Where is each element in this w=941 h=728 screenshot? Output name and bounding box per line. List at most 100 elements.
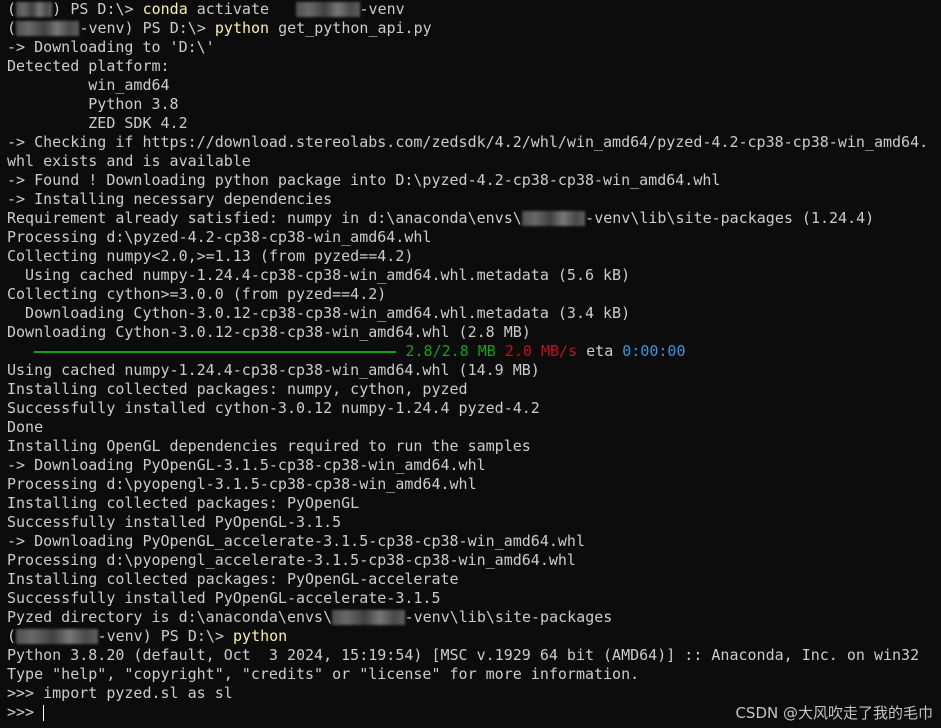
redacted-text bbox=[296, 2, 360, 17]
line-text: Successfully installed PyOpenGL-accelera… bbox=[7, 589, 441, 607]
terminal-line: Processing d:\pyopengl_accelerate-3.1.5-… bbox=[7, 551, 937, 570]
line-text: python bbox=[214, 19, 270, 37]
line-text: python bbox=[233, 627, 288, 645]
text-cursor bbox=[43, 705, 45, 721]
line-text: Installing collected packages: PyOpenGL-… bbox=[7, 570, 459, 588]
terminal-line: Downloading Cython-3.0.12-cp38-cp38-win_… bbox=[7, 304, 937, 323]
terminal-line: Successfully installed cython-3.0.12 num… bbox=[7, 399, 937, 418]
terminal-line: -> Downloading PyOpenGL_accelerate-3.1.5… bbox=[7, 532, 937, 551]
line-text: >>> import pyzed.sl as sl bbox=[7, 684, 233, 702]
line-text: Pyzed directory is d:\anaconda\envs\ bbox=[7, 608, 333, 626]
line-text: 2.8/2.8 MB bbox=[405, 342, 496, 360]
line-text: Using cached numpy-1.24.4-cp38-cp38-win_… bbox=[7, 266, 631, 284]
watermark: CSDN @大风吹走了我的毛巾 bbox=[735, 704, 933, 722]
terminal-line: Using cached numpy-1.24.4-cp38-cp38-win_… bbox=[7, 361, 937, 380]
terminal-line: ( -venv) PS D:\> python get_python_api.py bbox=[7, 19, 937, 38]
line-text: -> Found ! Downloading python package in… bbox=[7, 171, 721, 189]
line-text: win_amd64 bbox=[7, 76, 170, 94]
line-text: Processing d:\pyopengl_accelerate-3.1.5-… bbox=[7, 551, 576, 569]
line-text: Python 3.8 bbox=[7, 95, 179, 113]
progress-line: 2.8/2.8 MB 2.0 MB/s eta 0:00:00 bbox=[7, 342, 937, 361]
line-text bbox=[7, 342, 34, 360]
line-text: ( bbox=[7, 627, 17, 645]
line-text: Installing collected packages: numpy, cy… bbox=[7, 380, 468, 398]
terminal-line: Requirement already satisfied: numpy in … bbox=[7, 209, 937, 228]
line-text: -venv bbox=[359, 0, 405, 18]
line-text: >>> bbox=[7, 703, 44, 721]
line-text: 2.0 MB/s bbox=[504, 342, 578, 360]
line-text: Using cached numpy-1.24.4-cp38-cp38-win_… bbox=[7, 361, 540, 379]
terminal-line: Collecting numpy<2.0,>=1.13 (from pyzed=… bbox=[7, 247, 937, 266]
terminal-line: Using cached numpy-1.24.4-cp38-cp38-win_… bbox=[7, 266, 937, 285]
line-text: -> Downloading PyOpenGL_accelerate-3.1.5… bbox=[7, 532, 585, 550]
line-text bbox=[496, 342, 505, 360]
line-text: whl exists and is available bbox=[7, 152, 251, 170]
terminal-line: Installing collected packages: numpy, cy… bbox=[7, 380, 937, 399]
line-text: -> Downloading PyOpenGL-3.1.5-cp38-cp38-… bbox=[7, 456, 486, 474]
line-text: Processing d:\pyzed-4.2-cp38-cp38-win_am… bbox=[7, 228, 432, 246]
terminal-line: Collecting cython>=3.0.0 (from pyzed==4.… bbox=[7, 285, 937, 304]
line-text: Detected platform: bbox=[7, 57, 170, 75]
redacted-text bbox=[332, 610, 405, 625]
line-text: Requirement already satisfied: numpy in … bbox=[7, 209, 522, 227]
line-text: Collecting cython>=3.0.0 (from pyzed==4.… bbox=[7, 285, 387, 303]
terminal-line: >>> import pyzed.sl as sl bbox=[7, 684, 937, 703]
terminal-line: Installing collected packages: PyOpenGL-… bbox=[7, 570, 937, 589]
line-text: Collecting numpy<2.0,>=1.13 (from pyzed=… bbox=[7, 247, 414, 265]
line-text: get_python_api.py bbox=[269, 19, 432, 37]
line-text: ( bbox=[7, 0, 17, 18]
terminal-line: ( -venv) PS D:\> python bbox=[7, 627, 937, 646]
terminal-line: Done bbox=[7, 418, 937, 437]
line-text bbox=[396, 342, 405, 360]
redacted-text bbox=[521, 211, 586, 226]
redacted-text bbox=[16, 629, 98, 644]
terminal-line: Successfully installed PyOpenGL-accelera… bbox=[7, 589, 937, 608]
terminal-line: -> Found ! Downloading python package in… bbox=[7, 171, 937, 190]
terminal-line: Processing d:\pyzed-4.2-cp38-cp38-win_am… bbox=[7, 228, 937, 247]
line-text: Installing collected packages: PyOpenGL bbox=[7, 494, 360, 512]
line-text: Successfully installed cython-3.0.12 num… bbox=[7, 399, 540, 417]
redacted-text bbox=[16, 21, 80, 36]
terminal-output[interactable]: ( ) PS D:\> conda activate -venv ( -venv) P… bbox=[7, 0, 937, 728]
line-text: 0:00:00 bbox=[622, 342, 686, 360]
line-text: conda bbox=[142, 0, 188, 18]
line-text: ( bbox=[7, 19, 17, 37]
line-text: -> Installing necessary dependencies bbox=[7, 190, 333, 208]
terminal-line: Installing collected packages: PyOpenGL bbox=[7, 494, 937, 513]
line-text: Processing d:\pyopengl-3.1.5-cp38-cp38-w… bbox=[7, 475, 477, 493]
line-text: Type "help", "copyright", "credits" or "… bbox=[7, 665, 640, 683]
terminal-line: Pyzed directory is d:\anaconda\envs\ -ven… bbox=[7, 608, 937, 627]
line-text: -> Checking if https://download.stereola… bbox=[7, 133, 929, 151]
terminal-line: Downloading Cython-3.0.12-cp38-cp38-win_… bbox=[7, 323, 937, 342]
terminal-line: -> Downloading PyOpenGL-3.1.5-cp38-cp38-… bbox=[7, 456, 937, 475]
line-text: -> Downloading to 'D:\' bbox=[7, 38, 215, 56]
terminal-line: Python 3.8.20 (default, Oct 3 2024, 15:1… bbox=[7, 646, 937, 665]
line-text: Python 3.8.20 (default, Oct 3 2024, 15:1… bbox=[7, 646, 920, 664]
terminal-line: win_amd64 bbox=[7, 76, 937, 95]
terminal-line: Detected platform: bbox=[7, 57, 937, 76]
line-text: ) PS D:\> bbox=[52, 0, 143, 18]
terminal-line: -> Downloading to 'D:\' bbox=[7, 38, 937, 57]
line-text: activate bbox=[187, 0, 297, 18]
terminal-line: Type "help", "copyright", "credits" or "… bbox=[7, 665, 937, 684]
line-text: eta bbox=[577, 342, 623, 360]
line-text: -venv) PS D:\> bbox=[97, 627, 234, 645]
line-text: -venv\lib\site-packages bbox=[404, 608, 613, 626]
redacted-text bbox=[16, 2, 53, 17]
terminal-line: Processing d:\pyopengl-3.1.5-cp38-cp38-w… bbox=[7, 475, 937, 494]
line-text: Successfully installed PyOpenGL-3.1.5 bbox=[7, 513, 342, 531]
line-text: -venv) PS D:\> bbox=[79, 19, 215, 37]
terminal-line: ( ) PS D:\> conda activate -venv bbox=[7, 0, 937, 19]
terminal-line: Python 3.8 bbox=[7, 95, 937, 114]
line-text: Downloading Cython-3.0.12-cp38-cp38-win_… bbox=[7, 323, 531, 341]
line-text: ZED SDK 4.2 bbox=[7, 114, 188, 132]
line-text: Installing OpenGL dependencies required … bbox=[7, 437, 531, 455]
terminal-line: Installing OpenGL dependencies required … bbox=[7, 437, 937, 456]
terminal-line: ZED SDK 4.2 bbox=[7, 114, 937, 133]
line-text: Done bbox=[7, 418, 44, 436]
download-progress-bar bbox=[34, 351, 397, 353]
terminal-line: -> Installing necessary dependencies bbox=[7, 190, 937, 209]
line-text: -venv\lib\site-packages (1.24.4) bbox=[585, 209, 875, 227]
line-text: Downloading Cython-3.0.12-cp38-cp38-win_… bbox=[7, 304, 631, 322]
terminal-line: whl exists and is available bbox=[7, 152, 937, 171]
